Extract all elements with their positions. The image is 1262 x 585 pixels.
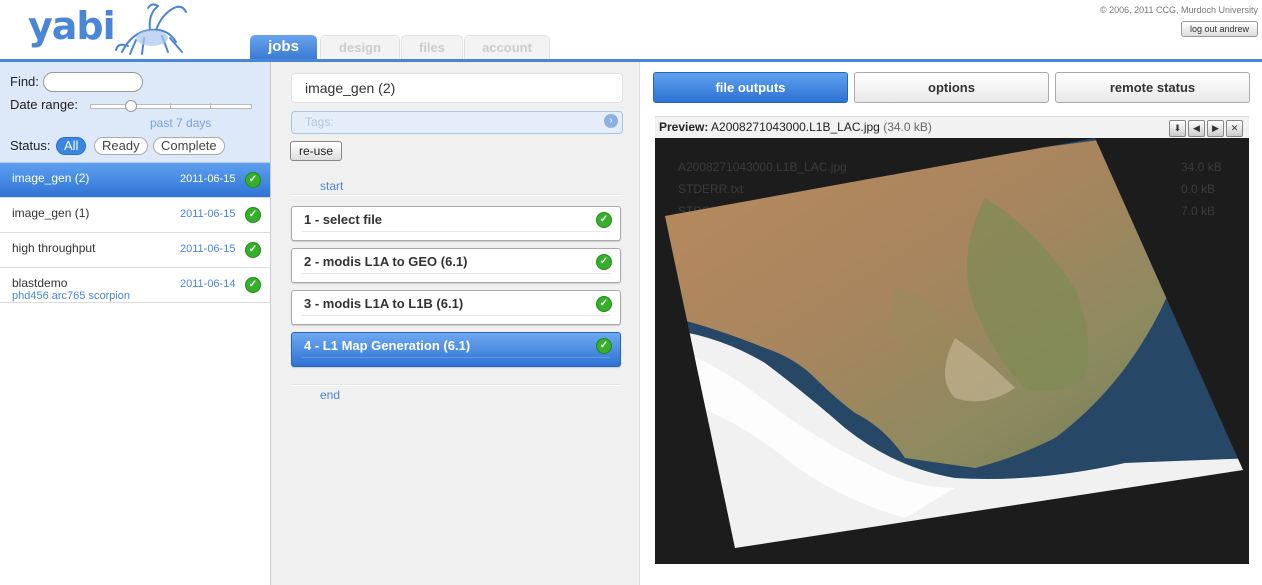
divider — [291, 194, 620, 196]
job-name: high throughput — [12, 241, 96, 255]
find-input[interactable] — [43, 72, 143, 92]
next-icon[interactable]: ▶ — [1207, 120, 1224, 137]
complete-check-icon: ✓ — [245, 172, 261, 188]
complete-check-icon: ✓ — [596, 212, 612, 228]
satellite-image — [665, 138, 1243, 548]
status-filter-complete[interactable]: Complete — [153, 137, 225, 155]
job-detail-panel: file outputs options remote status Previ… — [640, 62, 1262, 585]
tab-design[interactable]: design — [320, 35, 400, 60]
find-label: Find: — [10, 74, 39, 89]
step-label: 1 - select file — [304, 212, 383, 227]
job-list-panel: Find: Date range: past 7 days Status: Al… — [0, 62, 271, 585]
divider — [291, 384, 620, 386]
status-filter-ready[interactable]: Ready — [94, 137, 148, 155]
tab-remote-status[interactable]: remote status — [1055, 72, 1250, 103]
tags-arrow-icon[interactable]: › — [604, 114, 618, 128]
complete-check-icon: ✓ — [245, 242, 261, 258]
job-date: 2011-06-15 — [180, 208, 236, 220]
job-date: 2011-06-14 — [180, 278, 236, 290]
tab-jobs[interactable]: jobs — [250, 35, 317, 59]
workflow-panel: image_gen (2) Tags: › re-use start 1 - s… — [271, 62, 640, 585]
tab-options[interactable]: options — [854, 72, 1049, 103]
header: yabi © 2006, 2011 CCG, Murdoch Universit… — [0, 0, 1262, 62]
date-range-value: past 7 days — [150, 116, 212, 130]
prev-icon[interactable]: ◀ — [1188, 120, 1205, 137]
workflow-title: image_gen (2) — [305, 80, 396, 96]
tags-input[interactable]: Tags: › — [291, 111, 623, 134]
job-date: 2011-06-15 — [180, 173, 236, 185]
workflow-step[interactable]: 2 - modis L1A to GEO (6.1) ✓ — [291, 248, 621, 283]
complete-check-icon: ✓ — [596, 338, 612, 354]
tab-file-outputs[interactable]: file outputs — [653, 72, 848, 103]
status-filter-all[interactable]: All — [56, 137, 87, 155]
close-icon[interactable]: ✕ — [1226, 120, 1243, 137]
preview-filesize: (34.0 kB) — [883, 120, 932, 134]
date-range-label: Date range: — [10, 97, 78, 112]
preview-filename: A2008271043000.L1B_LAC.jpg — [711, 120, 880, 134]
job-row[interactable]: image_gen (2) 2011-06-15 ✓ — [0, 163, 270, 198]
tab-files[interactable]: files — [401, 35, 463, 60]
download-icon[interactable]: ⬇ — [1169, 120, 1186, 137]
workflow-start-label: start — [320, 179, 344, 193]
job-row[interactable]: high throughput 2011-06-15 ✓ — [0, 233, 270, 268]
job-name: blastdemo — [12, 276, 68, 290]
app-logo[interactable]: yabi — [28, 4, 116, 48]
preview-label: Preview: — [659, 120, 709, 134]
job-date: 2011-06-15 — [180, 243, 236, 255]
job-filters: Find: Date range: past 7 days Status: Al… — [0, 62, 270, 163]
complete-check-icon: ✓ — [245, 277, 261, 293]
tab-account[interactable]: account — [464, 35, 550, 60]
job-name: image_gen (1) — [12, 206, 90, 220]
step-label: 2 - modis L1A to GEO (6.1) — [304, 254, 468, 269]
complete-check-icon: ✓ — [596, 254, 612, 270]
complete-check-icon: ✓ — [596, 296, 612, 312]
preview-header: Preview: A2008271043000.L1B_LAC.jpg (34.… — [655, 116, 1249, 139]
step-label: 3 - modis L1A to L1B (6.1) — [304, 296, 464, 311]
workflow-step[interactable]: 3 - modis L1A to L1B (6.1) ✓ — [291, 290, 621, 325]
complete-check-icon: ✓ — [245, 207, 261, 223]
job-tags: phd456 arc765 scorpion — [12, 290, 131, 302]
date-range-slider[interactable] — [90, 104, 252, 109]
workflow-title-box: image_gen (2) — [291, 73, 623, 103]
logout-button[interactable]: log out andrew — [1180, 21, 1258, 37]
reuse-button[interactable]: re-use — [290, 141, 343, 161]
step-label: 4 - L1 Map Generation (6.1) — [304, 338, 471, 353]
job-name: image_gen (2) — [12, 171, 90, 185]
image-preview: A2008271043000.L1B_LAC.jpg 34.0 kB STDER… — [655, 138, 1249, 564]
tags-placeholder: Tags: — [305, 115, 334, 129]
workflow-step[interactable]: 4 - L1 Map Generation (6.1) ✓ — [291, 332, 621, 367]
date-range-slider-handle[interactable] — [125, 100, 137, 112]
job-row[interactable]: blastdemo 2011-06-14 phd456 arc765 scorp… — [0, 268, 270, 303]
job-row[interactable]: image_gen (1) 2011-06-15 ✓ — [0, 198, 270, 233]
status-label: Status: — [10, 138, 51, 153]
lobster-logo-icon — [115, 3, 187, 55]
copyright-text: © 2006, 2011 CCG, Murdoch University — [1099, 5, 1258, 15]
workflow-step[interactable]: 1 - select file ✓ — [291, 206, 621, 241]
workflow-end-label: end — [320, 388, 341, 402]
